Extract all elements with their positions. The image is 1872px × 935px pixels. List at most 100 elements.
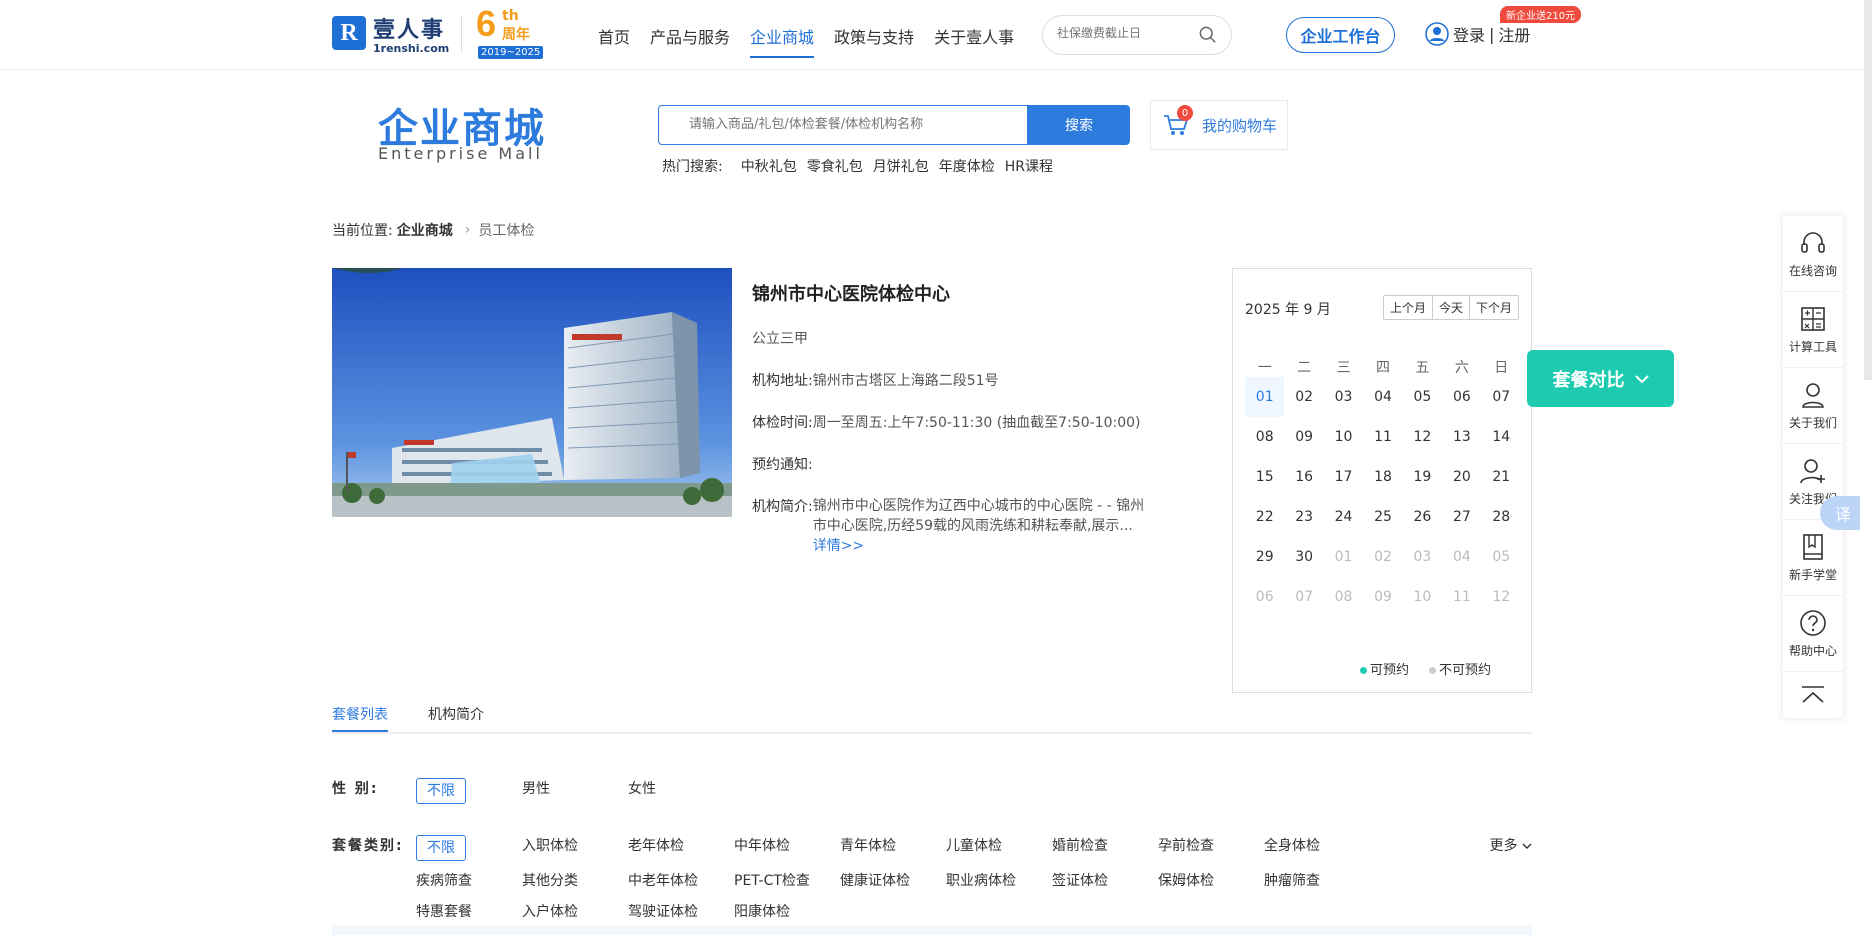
hot-keyword[interactable]: 零食礼包 [807, 156, 863, 176]
filter-option[interactable]: 疾病筛查 [416, 870, 522, 892]
calendar-day[interactable]: 07 [1482, 377, 1521, 417]
hot-keyword[interactable]: HR课程 [1005, 156, 1053, 176]
filter-option[interactable]: 不限 [416, 778, 466, 804]
calendar-today-button[interactable]: 今天 [1433, 296, 1470, 319]
filter-option[interactable]: 全身体检 [1264, 835, 1370, 857]
filter-option[interactable]: 青年体检 [840, 835, 946, 857]
filter-option[interactable]: 其他分类 [522, 870, 628, 892]
calendar-day[interactable]: 21 [1482, 457, 1521, 497]
filter-option[interactable]: 中老年体检 [628, 870, 734, 892]
logo-icon[interactable]: R [332, 16, 366, 50]
calendar-day[interactable]: 22 [1245, 497, 1284, 537]
calendar-day[interactable]: 08 [1245, 417, 1284, 457]
translate-button[interactable]: 译 [1820, 496, 1860, 530]
side-online-consult[interactable]: 在线咨询 [1783, 216, 1843, 292]
filter-option[interactable]: 入职体检 [522, 835, 628, 857]
filter-option[interactable]: 男性 [522, 778, 628, 800]
calculator-icon [1801, 307, 1825, 331]
calendar-day[interactable]: 09 [1284, 417, 1323, 457]
filter-option[interactable]: 保姆体检 [1158, 870, 1264, 892]
filter-option[interactable]: 女性 [628, 778, 734, 800]
back-to-top-button[interactable] [1783, 672, 1843, 718]
hot-keyword[interactable]: 月饼礼包 [873, 156, 929, 176]
filter-option[interactable]: 健康证体检 [840, 870, 946, 892]
calendar-next-button[interactable]: 下个月 [1470, 296, 1518, 319]
filter-option[interactable]: 驾驶证体检 [628, 901, 734, 923]
calendar-prev-button[interactable]: 上个月 [1384, 296, 1433, 319]
filter-option[interactable]: 入户体检 [522, 901, 628, 923]
calendar-day[interactable]: 20 [1442, 457, 1481, 497]
nav-policy[interactable]: 政策与支持 [834, 24, 914, 58]
calendar-day[interactable]: 13 [1442, 417, 1481, 457]
calendar-day[interactable]: 02 [1284, 377, 1323, 417]
calendar-day[interactable]: 26 [1403, 497, 1442, 537]
calendar-day[interactable]: 16 [1284, 457, 1323, 497]
calendar-day[interactable]: 03 [1324, 377, 1363, 417]
nav-products[interactable]: 产品与服务 [650, 24, 730, 58]
side-calc-tools[interactable]: 计算工具 [1783, 292, 1843, 368]
calendar-day[interactable]: 01 [1245, 377, 1285, 417]
filter-option[interactable]: 老年体检 [628, 835, 734, 857]
calendar-day[interactable]: 14 [1482, 417, 1521, 457]
login-link[interactable]: 登录 [1453, 22, 1485, 46]
top-navbar: R 壹人事 1renshi.com 6 th 周年 2019~2025 首页 产… [0, 0, 1872, 70]
calendar-day[interactable]: 04 [1363, 377, 1402, 417]
filter-option[interactable]: 中年体检 [734, 835, 840, 857]
intro-more-link[interactable]: 详情>> [813, 538, 864, 554]
mall-search-input[interactable] [689, 117, 1009, 132]
filter-option[interactable]: 不限 [416, 835, 466, 861]
filter-option[interactable]: PET-CT检查 [734, 870, 840, 892]
side-help-center[interactable]: 帮助中心 [1783, 596, 1843, 672]
scrollbar[interactable] [1864, 0, 1872, 380]
breadcrumb-mall[interactable]: 企业商城 [397, 220, 453, 240]
side-beginner-class[interactable]: 新手学堂 [1783, 520, 1843, 596]
top-search-input[interactable] [1057, 26, 1187, 40]
workbench-button[interactable]: 企业工作台 [1286, 17, 1395, 53]
tab-package-list[interactable]: 套餐列表 [332, 704, 388, 732]
calendar-day[interactable]: 17 [1324, 457, 1363, 497]
calendar-day[interactable]: 19 [1403, 457, 1442, 497]
calendar-day[interactable]: 24 [1324, 497, 1363, 537]
nav-home[interactable]: 首页 [598, 24, 630, 58]
breadcrumb-current: 员工体检 [478, 223, 535, 239]
filter-option[interactable]: 孕前检查 [1158, 835, 1264, 857]
filter-option[interactable]: 签证体检 [1052, 870, 1158, 892]
weekday: 六 [1454, 360, 1469, 376]
hot-keyword[interactable]: 中秋礼包 [741, 156, 797, 176]
breadcrumb-prefix: 当前位置: [332, 223, 393, 239]
register-link[interactable]: 注册 [1498, 22, 1530, 46]
calendar-day[interactable]: 11 [1363, 417, 1402, 457]
filter-option[interactable]: 儿童体检 [946, 835, 1052, 857]
filter-option[interactable]: 婚前检查 [1052, 835, 1158, 857]
calendar-day[interactable]: 06 [1442, 377, 1481, 417]
search-icon[interactable] [1199, 26, 1217, 44]
calendar-day[interactable]: 25 [1363, 497, 1402, 537]
side-label: 关于我们 [1788, 416, 1837, 430]
side-about-us[interactable]: 关于我们 [1783, 368, 1843, 444]
calendar-day[interactable]: 27 [1442, 497, 1481, 537]
tab-institution-intro[interactable]: 机构简介 [428, 704, 484, 732]
calendar-day[interactable]: 30 [1284, 537, 1323, 577]
cart-count-badge: 0 [1177, 105, 1193, 121]
calendar-day[interactable]: 12 [1403, 417, 1442, 457]
filter-option[interactable]: 特惠套餐 [416, 901, 522, 923]
calendar-day[interactable]: 05 [1403, 377, 1442, 417]
calendar-day[interactable]: 28 [1482, 497, 1521, 537]
hot-keyword[interactable]: 年度体检 [939, 156, 995, 176]
cart-button[interactable]: 0 我的购物车 [1150, 100, 1288, 150]
filter-option[interactable]: 阳康体检 [734, 901, 840, 923]
mall-search-button[interactable]: 搜索 [1028, 105, 1130, 145]
nav-about[interactable]: 关于壹人事 [934, 24, 1014, 58]
filter-option[interactable]: 职业病体检 [946, 870, 1052, 892]
calendar-day[interactable]: 23 [1284, 497, 1323, 537]
compare-packages-button[interactable]: 套餐对比 [1527, 350, 1674, 407]
filter-more-button[interactable]: 更多 [1490, 835, 1532, 855]
calendar-day[interactable]: 29 [1245, 537, 1284, 577]
calendar-day[interactable]: 10 [1324, 417, 1363, 457]
filter-option[interactable]: 肿瘤筛查 [1264, 870, 1370, 892]
calendar-day[interactable]: 15 [1245, 457, 1284, 497]
logo[interactable]: 壹人事 1renshi.com [373, 12, 449, 55]
calendar-day[interactable]: 18 [1363, 457, 1402, 497]
nav-mall[interactable]: 企业商城 [750, 24, 815, 58]
filter-gender-options: 不限 男性 女性 [416, 778, 1466, 813]
